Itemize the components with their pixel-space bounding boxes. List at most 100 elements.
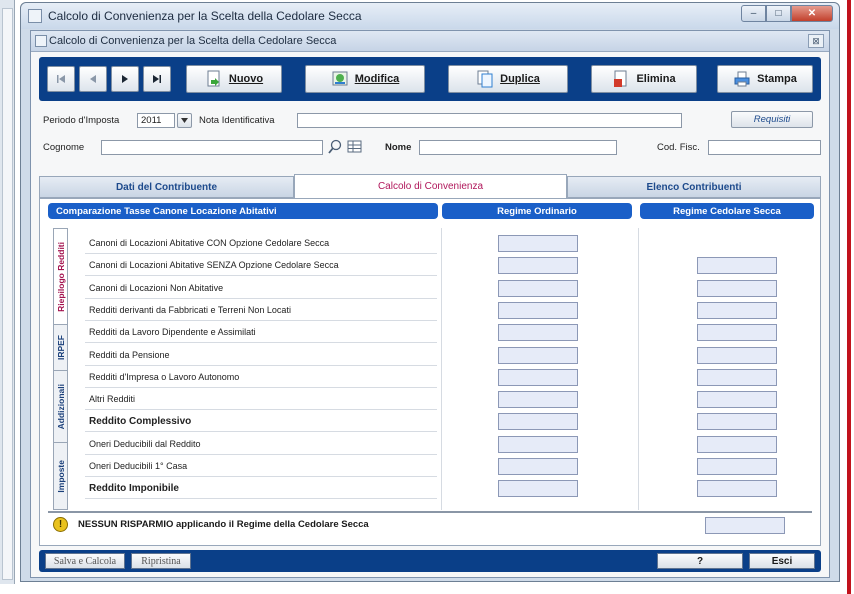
app-icon: [28, 9, 42, 23]
row-separator: [85, 387, 437, 388]
background-window-edge: [0, 0, 15, 584]
row-label: Redditi da Lavoro Dipendente e Assimilat…: [89, 327, 256, 337]
header-regime-cedolare: Regime Cedolare Secca: [640, 203, 814, 219]
cedolare-field[interactable]: [697, 324, 777, 341]
codfisc-field[interactable]: [708, 140, 821, 155]
ordinario-field[interactable]: [498, 413, 578, 430]
nuovo-button[interactable]: Nuovo: [186, 65, 282, 93]
table-grid-icon[interactable]: [347, 139, 363, 155]
row-separator: [85, 253, 437, 254]
ordinario-field[interactable]: [498, 458, 578, 475]
section-side-tabs: Riepilogo Redditi IRPEF Addizionali Impo…: [53, 228, 68, 510]
cedolare-field[interactable]: [697, 413, 777, 430]
previous-record-button[interactable]: [79, 66, 107, 92]
row-label: Oneri Deducibili dal Reddito: [89, 439, 201, 449]
help-button[interactable]: ?: [657, 553, 743, 569]
edit-icon: [332, 71, 348, 86]
window-titlebar[interactable]: Calcolo di Convenienza per la Scelta del…: [21, 3, 839, 29]
ordinario-field[interactable]: [498, 280, 578, 297]
ordinario-field[interactable]: [498, 391, 578, 408]
periodo-field[interactable]: 2011: [137, 113, 175, 128]
modifica-button[interactable]: Modifica: [305, 65, 425, 93]
nota-field[interactable]: [297, 113, 682, 128]
ordinario-field[interactable]: [498, 369, 578, 386]
row-separator: [85, 409, 437, 410]
header-comparazione: Comparazione Tasse Canone Locazione Abit…: [48, 203, 438, 219]
ordinario-field[interactable]: [498, 480, 578, 497]
row-separator: [85, 342, 437, 343]
nome-field[interactable]: [419, 140, 617, 155]
previous-icon: [90, 75, 96, 83]
new-document-icon: [207, 70, 220, 87]
ordinario-field[interactable]: [498, 257, 578, 274]
esci-button[interactable]: Esci: [749, 553, 815, 569]
cedolare-field[interactable]: [697, 480, 777, 497]
ordinario-field[interactable]: [498, 324, 578, 341]
row-label: Reddito Imponibile: [89, 483, 179, 494]
right-edge-strip: [846, 0, 854, 594]
cognome-label: Cognome: [43, 142, 85, 153]
main-window: Calcolo di Convenienza per la Scelta del…: [20, 2, 840, 582]
tab-elenco-contribuenti[interactable]: Elenco Contribuenti: [567, 176, 821, 198]
stampa-button[interactable]: Stampa: [717, 65, 813, 93]
column-divider: [638, 228, 639, 510]
next-record-button[interactable]: [111, 66, 139, 92]
cedolare-field[interactable]: [697, 458, 777, 475]
minimize-button[interactable]: –: [741, 5, 766, 22]
modifica-label: Modifica: [354, 73, 400, 85]
child-titlebar: Calcolo di Convenienza per la Scelta del…: [31, 31, 829, 52]
cedolare-field[interactable]: [697, 280, 777, 297]
toolbar: Nuovo Modifica Duplica Elimina Stampa: [39, 57, 821, 101]
chevron-down-icon: [181, 118, 188, 123]
cedolare-field[interactable]: [697, 391, 777, 408]
elimina-label: Elimina: [636, 73, 676, 85]
row-separator: [85, 320, 437, 321]
side-tab-imposte[interactable]: Imposte: [54, 443, 67, 509]
calcolo-panel: Comparazione Tasse Canone Locazione Abit…: [39, 198, 821, 546]
cedolare-field[interactable]: [697, 257, 777, 274]
cedolare-field[interactable]: [697, 302, 777, 319]
row-separator: [85, 298, 437, 299]
delete-icon: [614, 70, 627, 87]
ordinario-field[interactable]: [498, 436, 578, 453]
salva-calcola-button[interactable]: Salva e Calcola: [45, 553, 125, 569]
cedolare-field[interactable]: [697, 347, 777, 364]
duplica-button[interactable]: Duplica: [448, 65, 568, 93]
side-tab-riepilogo-redditi[interactable]: Riepilogo Redditi: [54, 229, 67, 325]
row-separator: [85, 454, 437, 455]
last-record-button[interactable]: [143, 66, 171, 92]
cedolare-field[interactable]: [697, 369, 777, 386]
window-title: Calcolo di Convenienza per la Scelta del…: [48, 9, 362, 23]
child-window: Calcolo di Convenienza per la Scelta del…: [30, 30, 830, 578]
close-button[interactable]: ✕: [791, 5, 833, 22]
requisiti-button[interactable]: Requisiti: [731, 111, 813, 128]
nota-label: Nota Identificativa: [199, 115, 275, 126]
first-record-button[interactable]: [47, 66, 75, 92]
search-icon[interactable]: [327, 139, 343, 155]
saving-value-field[interactable]: [705, 517, 785, 534]
next-icon: [122, 75, 128, 83]
cognome-field[interactable]: [101, 140, 323, 155]
row-label: Redditi da Pensione: [89, 350, 170, 360]
child-close-button[interactable]: ⊠: [808, 34, 824, 48]
nome-label: Nome: [385, 142, 412, 153]
row-label: Reddito Complessivo: [89, 416, 192, 427]
side-tab-irpef[interactable]: IRPEF: [54, 325, 67, 371]
row-label: Altri Redditi: [89, 394, 136, 404]
codfisc-label: Cod. Fisc.: [657, 142, 700, 153]
ordinario-field[interactable]: [498, 302, 578, 319]
side-tab-addizionali[interactable]: Addizionali: [54, 371, 67, 443]
child-app-icon: [35, 35, 47, 47]
maximize-button[interactable]: □: [766, 5, 791, 22]
ordinario-field[interactable]: [498, 235, 578, 252]
print-icon: [734, 71, 750, 87]
ordinario-field[interactable]: [498, 347, 578, 364]
tab-calcolo-convenienza[interactable]: Calcolo di Convenienza: [294, 174, 567, 198]
elimina-button[interactable]: Elimina: [591, 65, 697, 93]
cedolare-field[interactable]: [697, 436, 777, 453]
child-window-title: Calcolo di Convenienza per la Scelta del…: [49, 35, 337, 47]
tab-dati-contribuente[interactable]: Dati del Contribuente: [39, 176, 294, 198]
periodo-dropdown-button[interactable]: [177, 113, 192, 128]
column-divider: [441, 228, 442, 510]
ripristina-button[interactable]: Ripristina: [131, 553, 191, 569]
